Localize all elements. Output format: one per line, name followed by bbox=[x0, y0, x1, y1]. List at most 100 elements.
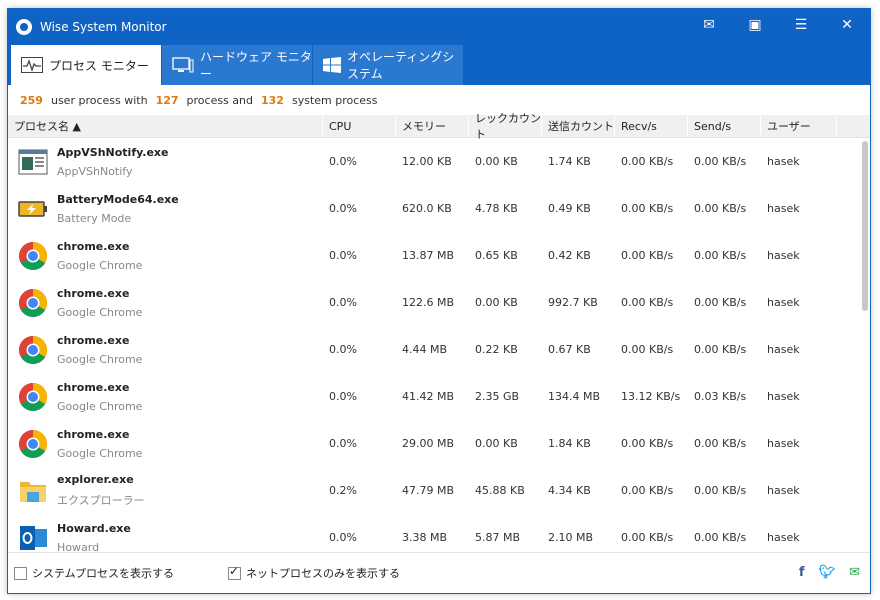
mail-icon[interactable]: ✉ bbox=[686, 9, 732, 41]
tab-process-monitor[interactable]: プロセス モニター bbox=[11, 45, 161, 85]
table-row[interactable]: AppVShNotify.exe AppVShNotify 0.0% 12.00 KB… bbox=[8, 138, 870, 185]
send-count-cell: 4.34 KB bbox=[548, 484, 591, 497]
recv-count-cell: 0.22 KB bbox=[475, 343, 518, 356]
tab-hardware-monitor[interactable]: ハードウェア モニター bbox=[162, 45, 312, 85]
process-name-cell: chrome.exe Google Chrome bbox=[8, 240, 323, 272]
show-system-label: システムプロセスを表示する bbox=[32, 567, 175, 580]
process-description: Battery Mode bbox=[57, 211, 132, 225]
scrollbar-thumb[interactable] bbox=[862, 141, 868, 311]
feedback-icon[interactable]: ▣ bbox=[732, 9, 778, 41]
process-text: Howard.exe Howard bbox=[57, 522, 131, 552]
send-rate-cell: 0.00 KB/s bbox=[694, 249, 747, 262]
table-row[interactable]: chrome.exe Google Chrome 0.0% 4.44 MB 0.22 K… bbox=[8, 326, 870, 373]
process-exe: explorer.exe bbox=[57, 473, 134, 486]
summary-text: user process with bbox=[50, 93, 148, 107]
table-row[interactable]: Howard.exe Howard 0.0% 3.38 MB 5.87 MB 2.10 M… bbox=[8, 514, 870, 551]
memory-cell: 122.6 MB bbox=[402, 296, 455, 309]
send-rate-cell: 0.00 KB/s bbox=[694, 437, 747, 450]
appvsh-icon bbox=[18, 147, 48, 177]
send-count-cell: 1.84 KB bbox=[548, 437, 591, 450]
process-text: BatteryMode64.exe Battery Mode bbox=[57, 193, 179, 225]
table-row[interactable]: BatteryMode64.exe Battery Mode 0.0% 620.0 K… bbox=[8, 185, 870, 232]
send-count-cell: 992.7 KB bbox=[548, 296, 598, 309]
send-rate-cell: 0.00 KB/s bbox=[694, 155, 747, 168]
menu-icon[interactable]: ☰ bbox=[778, 9, 824, 41]
process-name-cell: AppVShNotify.exe AppVShNotify bbox=[8, 146, 323, 178]
column-header-recv-count[interactable]: レックカウント bbox=[469, 112, 542, 141]
tab-label: ハードウェア モニター bbox=[200, 50, 312, 81]
process-description: Howard bbox=[57, 540, 100, 552]
cpu-cell: 0.2% bbox=[329, 484, 357, 497]
process-text: chrome.exe Google Chrome bbox=[57, 287, 142, 319]
recv-rate-cell: 0.00 KB/s bbox=[621, 202, 674, 215]
process-text: chrome.exe Google Chrome bbox=[57, 381, 142, 413]
user-process-count: 259 bbox=[20, 93, 43, 107]
process-list[interactable]: AppVShNotify.exe AppVShNotify 0.0% 12.00 KB… bbox=[8, 138, 870, 551]
recv-rate-cell: 0.00 KB/s bbox=[621, 296, 674, 309]
cpu-cell: 0.0% bbox=[329, 343, 357, 356]
show-net-checkbox[interactable] bbox=[228, 564, 242, 580]
summary-text: system process bbox=[291, 93, 378, 107]
facebook-icon[interactable]: f bbox=[799, 565, 805, 580]
column-header-cpu[interactable]: CPU bbox=[323, 115, 396, 137]
table-row[interactable]: chrome.exe Google Chrome 0.0% 29.00 MB 0.00 … bbox=[8, 420, 870, 467]
process-exe: chrome.exe bbox=[57, 380, 130, 394]
send-rate-cell: 0.03 KB/s bbox=[694, 390, 747, 403]
column-header-memory[interactable]: メモリー bbox=[396, 115, 469, 137]
send-count-cell: 134.4 MB bbox=[548, 390, 601, 403]
outlook-icon bbox=[18, 523, 48, 552]
process-name-cell: chrome.exe Google Chrome bbox=[8, 334, 323, 366]
table-header: プロセス名 ▲ CPU メモリー レックカウント 送信カウント Recv/s S… bbox=[8, 112, 870, 141]
close-icon[interactable]: ✕ bbox=[824, 9, 870, 41]
show-system-option[interactable]: システムプロセスを表示する bbox=[14, 565, 174, 581]
title-buttons: ✉ ▣ ☰ ✕ bbox=[686, 9, 870, 41]
user-cell: hasek bbox=[767, 155, 800, 168]
column-header-send-rate[interactable]: Send/s bbox=[688, 115, 761, 137]
recv-count-cell: 0.00 KB bbox=[475, 437, 518, 450]
send-count-cell: 0.49 KB bbox=[548, 202, 591, 215]
show-system-checkbox[interactable] bbox=[14, 566, 27, 580]
table-row[interactable]: explorer.exe エクスプローラー 0.2% 47.79 MB 45.88 KB… bbox=[8, 467, 870, 514]
email-share-icon[interactable]: ✉ bbox=[849, 565, 860, 580]
column-header-recv-rate[interactable]: Recv/s bbox=[615, 115, 688, 137]
tab-operating-system[interactable]: オペレーティングシステム bbox=[313, 45, 463, 85]
process-description: AppVShNotify bbox=[57, 164, 133, 178]
recv-rate-cell: 0.00 KB/s bbox=[621, 484, 674, 497]
table-row[interactable]: chrome.exe Google Chrome 0.0% 41.42 MB 2.35 … bbox=[8, 373, 870, 420]
column-header-name[interactable]: プロセス名 ▲ bbox=[8, 115, 323, 137]
recv-rate-cell: 0.00 KB/s bbox=[621, 531, 674, 544]
process-description: Google Chrome bbox=[57, 305, 143, 319]
process-description: Google Chrome bbox=[57, 258, 143, 272]
process-text: chrome.exe Google Chrome bbox=[57, 428, 142, 460]
process-exe: Howard.exe bbox=[57, 521, 131, 535]
user-cell: hasek bbox=[767, 531, 800, 544]
recv-count-cell: 5.87 MB bbox=[475, 531, 521, 544]
chrome-icon bbox=[18, 241, 48, 271]
summary-text: process and bbox=[186, 93, 253, 107]
battery-icon bbox=[18, 194, 48, 224]
folder-icon bbox=[18, 476, 48, 506]
send-rate-cell: 0.00 KB/s bbox=[694, 296, 747, 309]
chrome-icon bbox=[18, 288, 48, 318]
process-text: chrome.exe Google Chrome bbox=[57, 240, 142, 272]
chrome-icon bbox=[18, 429, 48, 459]
cpu-cell: 0.0% bbox=[329, 531, 357, 544]
recv-count-cell: 45.88 KB bbox=[475, 484, 525, 497]
process-description: Google Chrome bbox=[57, 352, 143, 366]
column-header-send-count[interactable]: 送信カウント bbox=[542, 115, 615, 137]
show-net-option[interactable]: ネットプロセスのみを表示する bbox=[228, 564, 400, 581]
twitter-icon[interactable]: 🐦︎ bbox=[819, 565, 836, 580]
pulse-monitor-icon bbox=[21, 57, 43, 73]
table-row[interactable]: chrome.exe Google Chrome 0.0% 13.87 MB 0.65 … bbox=[8, 232, 870, 279]
computer-monitor-icon bbox=[172, 57, 194, 73]
process-name-cell: chrome.exe Google Chrome bbox=[8, 287, 323, 319]
process-name-cell: chrome.exe Google Chrome bbox=[8, 381, 323, 413]
column-header-user[interactable]: ユーザー bbox=[761, 115, 837, 137]
table-row[interactable]: chrome.exe Google Chrome 0.0% 122.6 MB 0.00 … bbox=[8, 279, 870, 326]
memory-cell: 12.00 KB bbox=[402, 155, 452, 168]
tab-bar: プロセス モニター ハードウェア モニター オペレーティングシステム bbox=[8, 45, 870, 85]
system-process-count: 132 bbox=[261, 93, 284, 107]
recv-rate-cell: 0.00 KB/s bbox=[621, 437, 674, 450]
user-cell: hasek bbox=[767, 390, 800, 403]
process-exe: chrome.exe bbox=[57, 239, 130, 253]
